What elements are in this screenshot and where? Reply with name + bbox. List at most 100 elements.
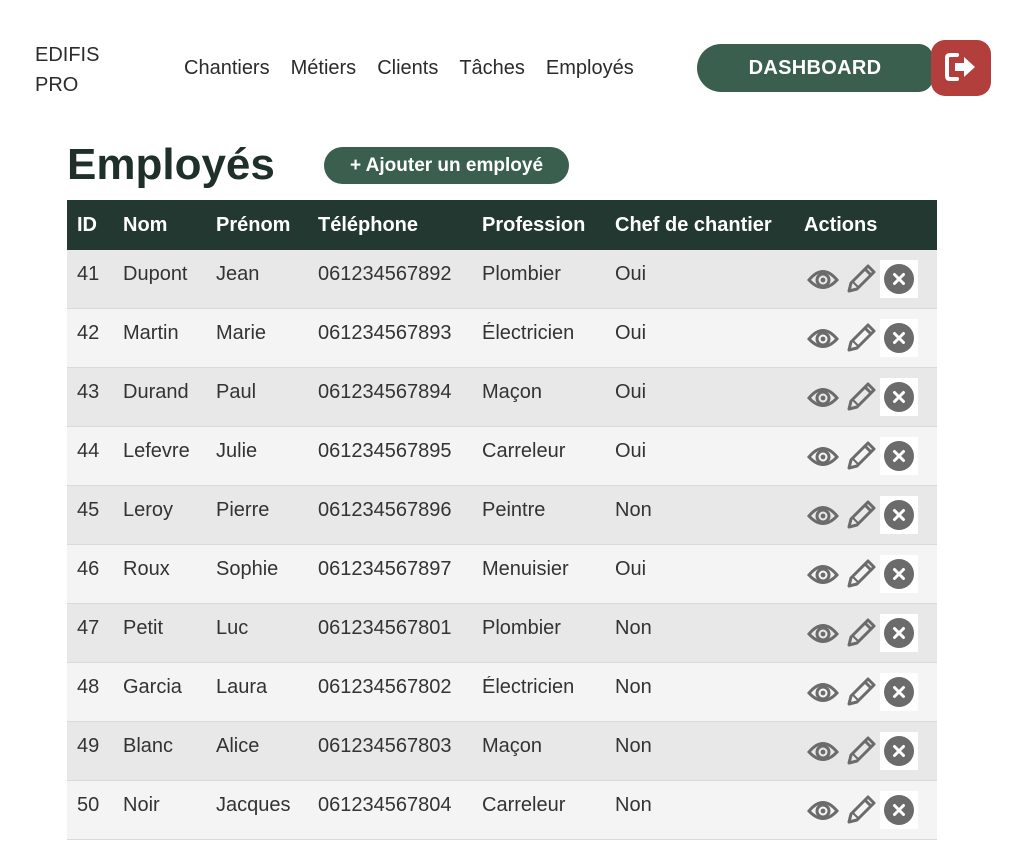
cell-chef: Non bbox=[615, 675, 652, 698]
nav-clients[interactable]: Clients bbox=[377, 55, 438, 81]
table-row: 47 Petit Luc 061234567801 Plombier Non bbox=[67, 604, 937, 663]
cell-nom: Leroy bbox=[123, 498, 174, 521]
dashboard-button[interactable]: DASHBOARD bbox=[697, 44, 933, 92]
pencil-icon[interactable] bbox=[844, 380, 878, 414]
eye-icon[interactable] bbox=[806, 616, 840, 650]
col-profession: Profession bbox=[482, 213, 586, 236]
cell-chef: Non bbox=[615, 616, 652, 639]
eye-icon[interactable] bbox=[806, 439, 840, 473]
table-body: 41 Dupont Jean 061234567892 Plombier Oui bbox=[67, 250, 937, 840]
cell-profession: Plombier bbox=[482, 262, 561, 285]
cell-chef: Oui bbox=[615, 262, 647, 285]
close-circle-icon[interactable] bbox=[880, 732, 918, 770]
table-row: 49 Blanc Alice 061234567803 Maçon Non bbox=[67, 722, 937, 781]
cell-prenom: Pierre bbox=[216, 498, 270, 521]
pencil-icon[interactable] bbox=[844, 675, 878, 709]
cell-chef: Oui bbox=[615, 321, 647, 344]
cell-profession: Peintre bbox=[482, 498, 546, 521]
col-prenom: Prénom bbox=[216, 213, 291, 236]
cell-nom: Martin bbox=[123, 321, 179, 344]
table-row: 46 Roux Sophie 061234567897 Menuisier Ou… bbox=[67, 545, 937, 604]
eye-icon[interactable] bbox=[806, 793, 840, 827]
cell-telephone: 061234567803 bbox=[318, 734, 452, 757]
cell-chef: Non bbox=[615, 498, 652, 521]
pencil-icon[interactable] bbox=[844, 498, 878, 532]
close-circle-icon[interactable] bbox=[880, 260, 918, 298]
cell-prenom: Marie bbox=[216, 321, 267, 344]
cell-profession: Carreleur bbox=[482, 439, 566, 462]
cell-profession: Maçon bbox=[482, 734, 543, 757]
cell-profession: Menuisier bbox=[482, 557, 569, 580]
pencil-icon[interactable] bbox=[844, 793, 878, 827]
cell-actions bbox=[804, 732, 937, 770]
cell-nom: Blanc bbox=[123, 734, 174, 757]
pencil-icon[interactable] bbox=[844, 557, 878, 591]
eye-icon[interactable] bbox=[806, 321, 840, 355]
page: EDIFIS PRO Chantiers Métiers Clients Tâc… bbox=[0, 0, 1012, 856]
cell-prenom: Sophie bbox=[216, 557, 279, 580]
close-circle-icon[interactable] bbox=[880, 437, 918, 475]
eye-icon[interactable] bbox=[806, 734, 840, 768]
cell-nom: Lefevre bbox=[123, 439, 190, 462]
pencil-icon[interactable] bbox=[844, 262, 878, 296]
logout-button[interactable] bbox=[931, 40, 991, 96]
cell-prenom: Paul bbox=[216, 380, 257, 403]
nav-employes[interactable]: Employés bbox=[546, 55, 634, 81]
eye-icon[interactable] bbox=[806, 380, 840, 414]
cell-telephone: 061234567897 bbox=[318, 557, 452, 580]
close-circle-icon[interactable] bbox=[880, 378, 918, 416]
page-title: Employés bbox=[67, 140, 275, 189]
cell-chef: Oui bbox=[615, 557, 647, 580]
cell-id: 41 bbox=[77, 262, 100, 285]
cell-nom: Dupont bbox=[123, 262, 188, 285]
eye-icon[interactable] bbox=[806, 262, 840, 296]
cell-telephone: 061234567893 bbox=[318, 321, 452, 344]
pencil-icon[interactable] bbox=[844, 616, 878, 650]
close-circle-icon[interactable] bbox=[880, 555, 918, 593]
cell-chef: Non bbox=[615, 734, 652, 757]
col-nom: Nom bbox=[123, 213, 168, 236]
cell-profession: Plombier bbox=[482, 616, 561, 639]
close-circle-icon[interactable] bbox=[880, 319, 918, 357]
cell-actions bbox=[804, 496, 937, 534]
cell-id: 42 bbox=[77, 321, 100, 344]
cell-id: 44 bbox=[77, 439, 100, 462]
cell-profession: Carreleur bbox=[482, 793, 566, 816]
cell-nom: Petit bbox=[123, 616, 164, 639]
cell-actions bbox=[804, 260, 937, 298]
cell-prenom: Julie bbox=[216, 439, 258, 462]
cell-nom: Durand bbox=[123, 380, 189, 403]
pencil-icon[interactable] bbox=[844, 439, 878, 473]
col-telephone: Téléphone bbox=[318, 213, 419, 236]
brand-logo[interactable]: EDIFIS PRO bbox=[35, 40, 99, 100]
eye-icon[interactable] bbox=[806, 675, 840, 709]
pencil-icon[interactable] bbox=[844, 734, 878, 768]
cell-prenom: Jacques bbox=[216, 793, 291, 816]
cell-telephone: 061234567804 bbox=[318, 793, 452, 816]
cell-telephone: 061234567895 bbox=[318, 439, 452, 462]
cell-telephone: 061234567892 bbox=[318, 262, 452, 285]
eye-icon[interactable] bbox=[806, 557, 840, 591]
table-row: 44 Lefevre Julie 061234567895 Carreleur … bbox=[67, 427, 937, 486]
nav-metiers[interactable]: Métiers bbox=[291, 55, 357, 81]
cell-telephone: 061234567801 bbox=[318, 616, 452, 639]
cell-prenom: Jean bbox=[216, 262, 260, 285]
table-row: 48 Garcia Laura 061234567802 Électricien… bbox=[67, 663, 937, 722]
nav-taches[interactable]: Tâches bbox=[459, 55, 525, 81]
cell-profession: Maçon bbox=[482, 380, 543, 403]
table-row: 45 Leroy Pierre 061234567896 Peintre Non bbox=[67, 486, 937, 545]
col-actions: Actions bbox=[804, 213, 878, 236]
nav-chantiers[interactable]: Chantiers bbox=[184, 55, 270, 81]
employees-table: ID Nom Prénom Téléphone Profession Chef … bbox=[67, 200, 937, 840]
cell-id: 50 bbox=[77, 793, 100, 816]
cell-actions bbox=[804, 319, 937, 357]
close-circle-icon[interactable] bbox=[880, 496, 918, 534]
close-circle-icon[interactable] bbox=[880, 673, 918, 711]
close-circle-icon[interactable] bbox=[880, 791, 918, 829]
brand-line-2: PRO bbox=[35, 74, 79, 96]
add-employee-button[interactable]: + Ajouter un employé bbox=[324, 147, 569, 184]
eye-icon[interactable] bbox=[806, 498, 840, 532]
close-circle-icon[interactable] bbox=[880, 614, 918, 652]
main-nav: Chantiers Métiers Clients Tâches Employé… bbox=[184, 55, 655, 81]
pencil-icon[interactable] bbox=[844, 321, 878, 355]
